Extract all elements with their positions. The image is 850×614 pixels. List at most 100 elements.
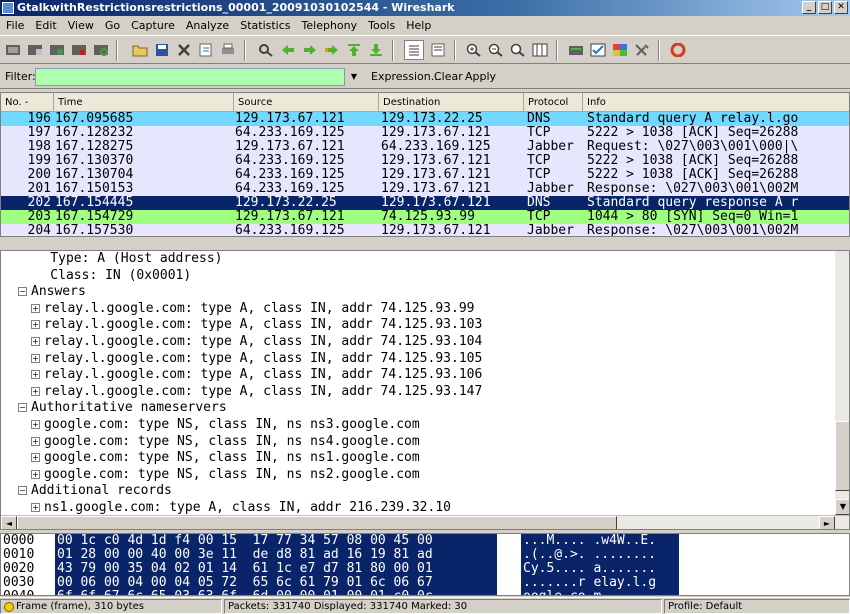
packet-row[interactable]: 196 167.095685 129.173.67.121 129.173.22.25…	[1, 112, 849, 126]
expand-icon[interactable]: +	[31, 320, 40, 330]
stop-capture-icon[interactable]	[69, 40, 89, 60]
bytes-ascii[interactable]: oogle.co m.......	[521, 590, 679, 595]
detail-tree-item[interactable]: − Answers	[1, 284, 835, 301]
expand-icon[interactable]: +	[31, 502, 40, 512]
details-horizontal-scrollbar[interactable]: ◄ ►	[1, 515, 849, 529]
open-icon[interactable]	[130, 40, 150, 60]
menu-telephony[interactable]: Telephony	[296, 16, 363, 35]
expand-icon[interactable]: +	[31, 303, 40, 313]
scrollbar-thumb[interactable]	[17, 516, 617, 529]
expand-icon[interactable]: +	[31, 419, 40, 429]
expand-icon[interactable]: +	[31, 370, 40, 380]
detail-tree-item[interactable]: + relay.l.google.com: type A, class IN, a…	[1, 351, 835, 368]
colorize-icon[interactable]	[404, 40, 424, 60]
scroll-left-icon[interactable]: ◄	[1, 516, 17, 529]
expand-icon[interactable]: +	[31, 353, 40, 363]
column-header-protocol[interactable]: Protocol	[524, 93, 583, 112]
detail-tree-item[interactable]: + relay.l.google.com: type A, class IN, a…	[1, 301, 835, 318]
bytes-hex[interactable]: 43 79 00 35 04 02 01 14 61 1c e7 d7 81 8…	[55, 562, 497, 576]
display-filters-icon[interactable]	[588, 40, 608, 60]
packet-row[interactable]: 201 167.150153 64.233.169.125 129.173.67.12…	[1, 182, 849, 196]
interfaces-icon[interactable]	[3, 40, 23, 60]
goto-icon[interactable]	[322, 40, 342, 60]
column-header-time[interactable]: Time	[54, 93, 234, 112]
detail-tree-item[interactable]: + relay.l.google.com: type A, class IN, a…	[1, 384, 835, 401]
detail-tree-item[interactable]: + google.com: type NS, class IN, ns ns1.g…	[1, 450, 835, 467]
start-capture-icon[interactable]	[47, 40, 67, 60]
print-icon[interactable]	[218, 40, 238, 60]
clear-filter-button[interactable]: Clear	[434, 70, 463, 83]
status-profile[interactable]: Profile: Default	[664, 599, 850, 614]
collapse-icon[interactable]: −	[18, 403, 27, 413]
detail-tree-item[interactable]: + google.com: type NS, class IN, ns ns3.g…	[1, 417, 835, 434]
bytes-ascii[interactable]: Cy.5.... a.......	[521, 562, 679, 576]
bytes-hex[interactable]: 01 28 00 00 40 00 3e 11 de d8 81 ad 16 1…	[55, 548, 497, 562]
bytes-hex[interactable]: 00 06 00 04 00 04 05 72 65 6c 61 79 01 6…	[55, 576, 497, 590]
bytes-ascii[interactable]: .......r elay.l.g	[521, 576, 679, 590]
autoscroll-icon[interactable]	[428, 40, 448, 60]
minimize-button[interactable]: _	[802, 1, 816, 14]
column-header-destination[interactable]: Destination	[379, 93, 524, 112]
bytes-hex[interactable]: 00 1c c0 4d 1d f4 00 15 17 77 34 57 08 0…	[55, 534, 497, 548]
normal-size-icon[interactable]	[508, 40, 528, 60]
menu-statistics[interactable]: Statistics	[234, 16, 295, 35]
menu-help[interactable]: Help	[400, 16, 436, 35]
packet-row[interactable]: 204 167.157530 64.233.169.125 129.173.67.12…	[1, 224, 849, 236]
column-header-no[interactable]: No. -	[1, 93, 54, 112]
collapse-icon[interactable]: −	[18, 287, 27, 297]
display-filter-input[interactable]	[35, 68, 345, 86]
filter-dropdown-arrow-icon[interactable]: ▼	[346, 68, 362, 86]
expand-icon[interactable]: +	[31, 386, 40, 396]
packet-row[interactable]: 203 167.154729 129.173.67.121 74.125.93.99 T…	[1, 210, 849, 224]
close-button[interactable]: ✕	[834, 1, 848, 14]
last-packet-icon[interactable]	[366, 40, 386, 60]
packet-row[interactable]: 198 167.128275 129.173.67.121 64.233.169.12…	[1, 140, 849, 154]
menu-file[interactable]: File	[0, 16, 29, 35]
first-packet-icon[interactable]	[344, 40, 364, 60]
detail-tree-item[interactable]: + relay.l.google.com: type A, class IN, a…	[1, 317, 835, 334]
detail-tree-item[interactable]: + relay.l.google.com: type A, class IN, a…	[1, 334, 835, 351]
detail-tree-item[interactable]: + google.com: type NS, class IN, ns ns4.g…	[1, 434, 835, 451]
menu-analyze[interactable]: Analyze	[180, 16, 234, 35]
scroll-down-icon[interactable]: ▼	[835, 499, 849, 515]
close-file-icon[interactable]	[174, 40, 194, 60]
preferences-icon[interactable]	[632, 40, 652, 60]
help-icon[interactable]	[668, 40, 688, 60]
expand-icon[interactable]: +	[31, 469, 40, 479]
zoom-out-icon[interactable]	[486, 40, 506, 60]
scrollbar-thumb[interactable]	[835, 421, 849, 491]
scroll-right-icon[interactable]: ►	[819, 516, 835, 529]
forward-icon[interactable]	[300, 40, 320, 60]
column-header-info[interactable]: Info	[583, 93, 849, 112]
menu-capture[interactable]: Capture	[125, 16, 180, 35]
detail-tree-item[interactable]: Class: IN (0x0001)	[1, 268, 835, 285]
packet-row[interactable]: 199 167.130370 64.233.169.125 129.173.67.12…	[1, 154, 849, 168]
reload-icon[interactable]	[196, 40, 216, 60]
detail-tree-item[interactable]: − Authoritative nameservers	[1, 400, 835, 417]
maximize-button[interactable]: □	[818, 1, 832, 14]
packet-row[interactable]: 200 167.130704 64.233.169.125 129.173.67.12…	[1, 168, 849, 182]
menu-tools[interactable]: Tools	[362, 16, 400, 35]
collapse-icon[interactable]: −	[18, 486, 27, 496]
detail-tree-item[interactable]: + ns1.google.com: type A, class IN, addr …	[1, 500, 835, 515]
capture-filters-icon[interactable]	[566, 40, 586, 60]
detail-tree-item[interactable]: + google.com: type NS, class IN, ns ns2.g…	[1, 467, 835, 484]
bytes-ascii[interactable]: .(..@.>. ........	[521, 548, 679, 562]
expression-button[interactable]: Expression...	[371, 70, 441, 83]
details-vertical-scrollbar[interactable]: ▼	[835, 251, 849, 515]
menu-view[interactable]: View	[62, 16, 99, 35]
bytes-hex[interactable]: 6f 6f 67 6c 65 03 63 6f 6d 00 00 01 00 0…	[55, 590, 497, 595]
resize-columns-icon[interactable]	[530, 40, 550, 60]
expert-info-icon[interactable]	[4, 602, 14, 612]
bytes-ascii[interactable]: ...M.... .w4W..E.	[521, 534, 679, 548]
zoom-in-icon[interactable]	[464, 40, 484, 60]
expand-icon[interactable]: +	[31, 336, 40, 346]
menu-go[interactable]: Go	[99, 16, 125, 35]
detail-tree-item[interactable]: Type: A (Host address)	[1, 251, 835, 268]
options-icon[interactable]	[25, 40, 45, 60]
packet-row[interactable]: 197 167.128232 64.233.169.125 129.173.67.12…	[1, 126, 849, 140]
expand-icon[interactable]: +	[31, 436, 40, 446]
menu-edit[interactable]: Edit	[29, 16, 61, 35]
restart-capture-icon[interactable]	[91, 40, 111, 60]
detail-tree-item[interactable]: + relay.l.google.com: type A, class IN, a…	[1, 367, 835, 384]
